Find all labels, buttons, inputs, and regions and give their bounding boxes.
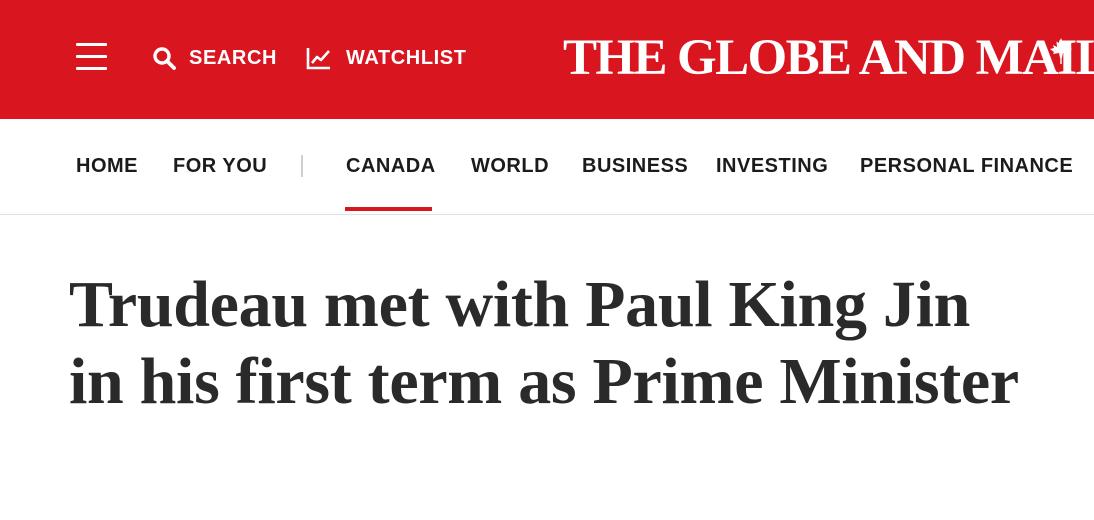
nav-item-business[interactable]: BUSINESS bbox=[582, 152, 688, 180]
nav-item-for-you[interactable]: FOR YOU bbox=[173, 152, 267, 180]
nav-divider bbox=[301, 155, 303, 177]
chart-line-icon bbox=[306, 48, 330, 70]
maple-leaf-icon bbox=[1050, 38, 1072, 64]
top-bar: SEARCH WATCHLIST THE GLOBE AND MAIL bbox=[0, 0, 1094, 119]
menu-icon[interactable] bbox=[76, 43, 107, 71]
watchlist-label: WATCHLIST bbox=[346, 46, 467, 69]
section-nav: HOME FOR YOU CANADA WORLD BUSINESS INVES… bbox=[0, 119, 1094, 215]
nav-item-investing[interactable]: INVESTING bbox=[716, 152, 828, 180]
nav-item-world[interactable]: WORLD bbox=[471, 152, 549, 180]
nav-item-canada[interactable]: CANADA bbox=[346, 152, 436, 180]
search-icon bbox=[153, 47, 176, 70]
site-logo[interactable]: THE GLOBE AND MAIL bbox=[563, 30, 1094, 86]
search-label: SEARCH bbox=[189, 46, 278, 69]
active-tab-indicator bbox=[345, 207, 432, 211]
nav-item-personal-finance[interactable]: PERSONAL FINANCE bbox=[860, 152, 1073, 180]
watchlist-button[interactable]: WATCHLIST bbox=[306, 44, 467, 72]
article-headline: Trudeau met with Paul King Jin in his fi… bbox=[69, 268, 1019, 418]
nav-item-home[interactable]: HOME bbox=[76, 152, 138, 180]
search-button[interactable]: SEARCH bbox=[152, 44, 277, 72]
